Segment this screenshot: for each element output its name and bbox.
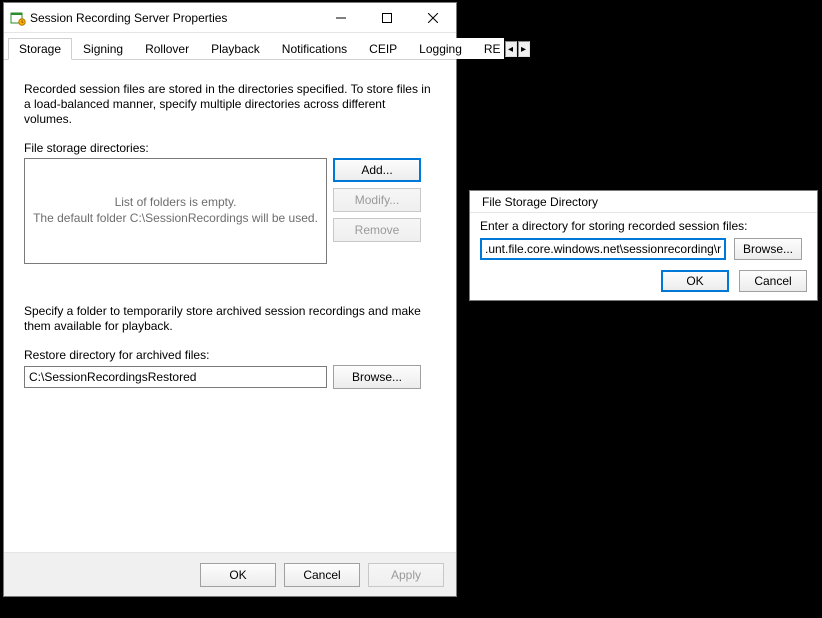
empty-placeholder: List of folders is empty. The default fo…: [33, 195, 318, 226]
archive-text: Specify a folder to temporarily store ar…: [24, 304, 436, 334]
remove-button: Remove: [333, 218, 421, 242]
empty-line2: The default folder C:\SessionRecordings …: [33, 211, 318, 225]
directories-listbox[interactable]: List of folders is empty. The default fo…: [24, 158, 327, 264]
cancel-button[interactable]: Cancel: [284, 563, 360, 587]
file-storage-dialog: File Storage Directory Enter a directory…: [469, 190, 818, 301]
prompt-text: Enter a directory for storing recorded s…: [480, 219, 807, 233]
intro-text: Recorded session files are stored in the…: [24, 82, 436, 127]
browse-button[interactable]: Browse...: [734, 238, 802, 260]
cancel-button[interactable]: Cancel: [739, 270, 807, 292]
tab-scroll-right[interactable]: ▸: [518, 41, 530, 57]
titlebar[interactable]: File Storage Directory: [470, 191, 817, 213]
tab-scroll-left[interactable]: ◂: [505, 41, 517, 57]
modify-button: Modify...: [333, 188, 421, 212]
empty-line1: List of folders is empty.: [115, 195, 237, 209]
minimize-button[interactable]: [318, 3, 364, 33]
tab-logging[interactable]: Logging: [408, 38, 473, 59]
tab-playback[interactable]: Playback: [200, 38, 271, 59]
ok-button[interactable]: OK: [661, 270, 729, 292]
tab-ceip[interactable]: CEIP: [358, 38, 408, 59]
restore-label: Restore directory for archived files:: [24, 348, 436, 362]
window-title: File Storage Directory: [476, 195, 817, 209]
maximize-button[interactable]: [364, 3, 410, 33]
directory-input[interactable]: [480, 238, 726, 260]
tab-rollover[interactable]: Rollover: [134, 38, 200, 59]
tab-storage[interactable]: Storage: [8, 38, 72, 60]
browse-button[interactable]: Browse...: [333, 365, 421, 389]
close-button[interactable]: [410, 3, 456, 33]
ok-button[interactable]: OK: [200, 563, 276, 587]
titlebar[interactable]: Session Recording Server Properties: [4, 3, 456, 33]
tab-content: Recorded session files are stored in the…: [4, 60, 456, 552]
tab-notifications[interactable]: Notifications: [271, 38, 358, 59]
dialog-footer: OK Cancel Apply: [4, 552, 456, 596]
apply-button: Apply: [368, 563, 444, 587]
directories-label: File storage directories:: [24, 141, 436, 155]
tab-strip: Storage Signing Rollover Playback Notifi…: [4, 33, 456, 60]
add-button[interactable]: Add...: [333, 158, 421, 182]
tab-signing[interactable]: Signing: [72, 38, 134, 59]
app-icon: [10, 10, 26, 26]
restore-directory-input[interactable]: [24, 366, 327, 388]
window-title: Session Recording Server Properties: [26, 11, 318, 25]
tab-overflow[interactable]: RE: [473, 38, 504, 59]
properties-dialog: Session Recording Server Properties Stor…: [3, 2, 457, 597]
